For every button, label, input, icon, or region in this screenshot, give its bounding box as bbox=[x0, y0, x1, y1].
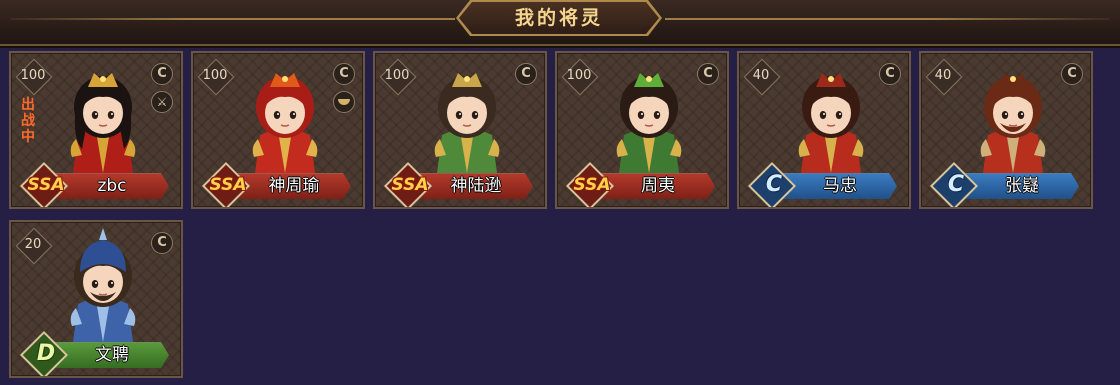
grade-text: SSA bbox=[391, 175, 429, 195]
spirit-card[interactable]: 100 C 神陆逊 SSA bbox=[373, 51, 547, 209]
grade-badge: SSA bbox=[381, 161, 439, 207]
level-badge: 40 bbox=[925, 58, 963, 96]
grade-badge: SSA bbox=[17, 161, 75, 207]
hero-portrait bbox=[980, 73, 1046, 173]
level-badge: 100 bbox=[379, 58, 417, 96]
level-badge: 40 bbox=[743, 58, 781, 96]
spirit-card[interactable]: 40 C 马忠 C bbox=[737, 51, 911, 209]
level-value: 100 bbox=[202, 68, 228, 83]
c-icon[interactable]: C bbox=[151, 232, 173, 254]
level-badge: 100 bbox=[561, 58, 599, 96]
page-title: 我的将灵 bbox=[514, 7, 603, 29]
grade-badge: C bbox=[745, 161, 803, 207]
spirit-card[interactable]: 20 C 文聘 D bbox=[9, 220, 183, 378]
c-icon[interactable]: C bbox=[515, 63, 537, 85]
level-value: 40 bbox=[934, 68, 952, 83]
grade-badge: C bbox=[927, 161, 985, 207]
header-ornament-left bbox=[10, 18, 455, 20]
spirit-card[interactable]: 100 C 周夷 SSA bbox=[555, 51, 729, 209]
c-icon[interactable]: C bbox=[697, 63, 719, 85]
grade-text: SSA bbox=[209, 175, 247, 195]
sword-icon[interactable]: ⚔ bbox=[151, 91, 173, 113]
grade-text: C bbox=[947, 172, 965, 197]
level-badge: 100 bbox=[15, 58, 53, 96]
grade-text: SSA bbox=[27, 175, 65, 195]
level-value: 40 bbox=[752, 68, 770, 83]
spirit-card[interactable]: 100 C ⚔ 出战中 zbc SSA bbox=[9, 51, 183, 209]
grade-text: C bbox=[765, 172, 783, 197]
level-value: 20 bbox=[24, 237, 42, 252]
spirit-card[interactable]: 100 C 神周瑜 SSA bbox=[191, 51, 365, 209]
hero-portrait bbox=[616, 73, 682, 173]
grade-text: D bbox=[36, 341, 56, 366]
header-ornament-right bbox=[665, 18, 1110, 20]
grade-badge: SSA bbox=[199, 161, 257, 207]
general-spirit-panel: 我的将灵 100 C ⚔ 出战中 zbc SSA 100 C 神周瑜 SSA 100 C 神陆逊 SSA 1… bbox=[0, 0, 1120, 385]
level-badge: 100 bbox=[197, 58, 235, 96]
level-value: 100 bbox=[384, 68, 410, 83]
hero-portrait bbox=[434, 73, 500, 173]
hero-portrait bbox=[252, 73, 318, 173]
level-value: 100 bbox=[566, 68, 592, 83]
hero-portrait bbox=[70, 73, 136, 173]
hero-portrait bbox=[798, 73, 864, 173]
grade-text: SSA bbox=[573, 175, 611, 195]
grade-badge: SSA bbox=[563, 161, 621, 207]
ingot-icon[interactable] bbox=[333, 91, 355, 113]
grade-badge: D bbox=[17, 330, 75, 376]
hero-portrait bbox=[70, 228, 136, 342]
c-icon[interactable]: C bbox=[879, 63, 901, 85]
c-icon[interactable]: C bbox=[1061, 63, 1083, 85]
spirit-card[interactable]: 40 C 张嶷 C bbox=[919, 51, 1093, 209]
deployed-status: 出战中 bbox=[21, 97, 35, 145]
level-value: 100 bbox=[20, 68, 46, 83]
c-icon[interactable]: C bbox=[151, 63, 173, 85]
level-badge: 20 bbox=[15, 227, 53, 265]
c-icon[interactable]: C bbox=[333, 63, 355, 85]
